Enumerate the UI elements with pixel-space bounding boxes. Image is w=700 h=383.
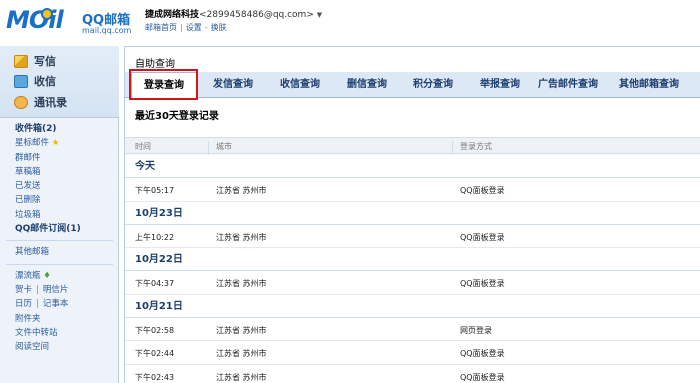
logo-domain: mail.qq.com xyxy=(82,26,132,35)
row-method: QQ面板登录 xyxy=(460,232,505,242)
tab-points-query[interactable]: 积分查询 xyxy=(401,72,465,98)
row-time: 下午05:17 xyxy=(135,186,175,195)
qq-mail-logo[interactable]: MOil QQ邮箱 mail.qq.com xyxy=(6,6,134,38)
divider: | xyxy=(180,23,183,32)
file-transfer-link[interactable]: 文件中转站 xyxy=(0,326,119,340)
account-email: <2899458486@qq.com> xyxy=(199,10,314,20)
row-time: 下午02:43 xyxy=(135,372,175,382)
column-city: 城市 xyxy=(216,142,232,151)
contacts-label: 通讯录 xyxy=(34,96,67,109)
calendar-row: 日历 | 记事本 xyxy=(0,297,119,311)
active-tab-highlight xyxy=(129,69,198,100)
tab-delete-query[interactable]: 删信查询 xyxy=(335,72,399,98)
bottle-icon: ♦ xyxy=(43,270,51,281)
write-icon xyxy=(14,54,28,68)
account-name: 捷成网络科技 xyxy=(145,10,200,20)
query-tabs: 登录查询 发信查询 收信查询 删信查询 积分查询 举报查询 广告邮件查询 其他邮… xyxy=(125,72,700,98)
table-body: 今天 下午05:17 江苏省 苏州市 QQ面板登录 10月23日 上午10:22… xyxy=(125,155,700,383)
account-info[interactable]: 捷成网络科技<2899458486@qq.com> ▼ xyxy=(145,7,322,20)
date-group-header: 10月23日 xyxy=(125,201,700,225)
row-city: 江苏省 苏州市 xyxy=(216,349,267,358)
table-row: 上午10:22 江苏省 苏州市 QQ面板登录 xyxy=(125,225,700,248)
chevron-down-icon[interactable]: ▼ xyxy=(317,11,322,19)
divider: - xyxy=(204,23,208,32)
folder-spam[interactable]: 垃圾箱 xyxy=(0,208,119,222)
receive-label: 收信 xyxy=(34,75,56,88)
folder-list: 收件箱(2) 星标邮件 ★ 群邮件 草稿箱 已发送 已删除 垃圾箱 QQ邮件订阅… xyxy=(0,122,119,354)
cards-row: 贺卡 | 明信片 xyxy=(0,283,119,297)
row-method: QQ面板登录 xyxy=(460,372,505,382)
sidebar-divider xyxy=(6,240,113,242)
date-group-header: 10月22日 xyxy=(125,248,700,271)
table-row: 下午02:43 江苏省 苏州市 QQ面板登录 xyxy=(125,365,700,383)
account-links: 邮箱首页 | 设置 - 换肤 xyxy=(145,22,227,33)
row-method: 网页登录 xyxy=(460,325,492,335)
table-row: 下午02:58 江苏省 苏州市 网页登录 xyxy=(125,318,700,341)
date-group-header: 今天 xyxy=(125,155,700,178)
folder-drafts[interactable]: 草稿箱 xyxy=(0,165,119,179)
row-city: 江苏省 苏州市 xyxy=(216,279,267,288)
divider: | xyxy=(36,299,39,310)
row-city: 江苏省 苏州市 xyxy=(216,232,267,242)
row-time: 上午10:22 xyxy=(135,232,175,242)
row-method: QQ面板登录 xyxy=(460,279,505,288)
table-row: 下午04:37 江苏省 苏州市 QQ面板登录 xyxy=(125,271,700,295)
folder-other-mailbox[interactable]: 其他邮箱 xyxy=(0,245,119,259)
folder-group-mail[interactable]: 群邮件 xyxy=(0,151,119,165)
calendar-link[interactable]: 日历 xyxy=(15,299,32,309)
receive-button[interactable]: 收信 xyxy=(14,72,56,90)
attachments-link[interactable]: 附件夹 xyxy=(0,312,119,326)
row-time: 下午02:58 xyxy=(135,325,175,335)
page-title: 自助查询 xyxy=(135,59,175,70)
row-method: QQ面板登录 xyxy=(460,186,505,195)
compose-label: 写信 xyxy=(34,55,56,68)
main-panel: 自助查询 登录查询 发信查询 收信查询 删信查询 积分查询 举报查询 广告邮件查… xyxy=(124,46,700,383)
records-subtitle: 最近30天登录记录 xyxy=(135,111,219,122)
greeting-card-link[interactable]: 贺卡 xyxy=(15,285,32,295)
table-row: 下午02:44 江苏省 苏州市 QQ面板登录 xyxy=(125,341,700,365)
contacts-button[interactable]: 通讯录 xyxy=(14,93,67,111)
folder-inbox[interactable]: 收件箱(2) xyxy=(0,122,119,136)
notebook-link[interactable]: 记事本 xyxy=(43,299,69,309)
tab-other-mailbox-query[interactable]: 其他邮箱查询 xyxy=(609,72,689,98)
folder-subscriptions[interactable]: QQ邮件订阅(1) xyxy=(0,222,119,236)
row-method: QQ面板登录 xyxy=(460,349,505,358)
column-login-method: 登录方式 xyxy=(460,142,492,151)
star-icon: ★ xyxy=(51,138,60,149)
folder-starred[interactable]: 星标邮件 ★ xyxy=(0,136,119,150)
inbox-icon xyxy=(14,74,28,88)
contacts-icon xyxy=(14,95,28,109)
folder-starred-label: 星标邮件 xyxy=(15,138,50,149)
column-time: 时间 xyxy=(135,142,151,151)
tab-report-query[interactable]: 举报查询 xyxy=(467,72,533,98)
drift-bottle-label: 漂流瓶 xyxy=(15,270,41,281)
divider: | xyxy=(36,284,39,295)
link-change-skin[interactable]: 换肤 xyxy=(211,23,227,32)
table-header: 时间 城市 登录方式 xyxy=(125,137,700,158)
logo-mark: MOil xyxy=(6,6,64,34)
link-settings[interactable]: 设置 xyxy=(186,23,202,32)
row-city: 江苏省 苏州市 xyxy=(216,325,267,335)
table-row: 下午05:17 江苏省 苏州市 QQ面板登录 xyxy=(125,178,700,202)
link-mail-home[interactable]: 邮箱首页 xyxy=(145,23,177,32)
folder-deleted[interactable]: 已删除 xyxy=(0,193,119,207)
row-time: 下午04:37 xyxy=(135,279,175,288)
compose-button[interactable]: 写信 xyxy=(14,52,56,70)
tab-ad-mail-query[interactable]: 广告邮件查询 xyxy=(527,72,609,98)
drift-bottle-link[interactable]: 漂流瓶 ♦ xyxy=(0,269,119,283)
folder-sent[interactable]: 已发送 xyxy=(0,179,119,193)
row-time: 下午02:44 xyxy=(135,349,175,358)
tab-send-query[interactable]: 发信查询 xyxy=(201,72,265,98)
sidebar-actions: 写信 收信 通讯录 xyxy=(0,46,119,118)
row-city: 江苏省 苏州市 xyxy=(216,186,267,195)
sidebar-divider xyxy=(6,263,113,265)
logo-dot-icon xyxy=(41,8,53,20)
sidebar: 写信 收信 通讯录 收件箱(2) 星标邮件 ★ 群邮件 草稿箱 已发送 已删除 … xyxy=(0,46,119,383)
header: MOil QQ邮箱 mail.qq.com 捷成网络科技<2899458486@… xyxy=(0,0,700,46)
tab-receive-query[interactable]: 收信查询 xyxy=(267,72,333,98)
row-city: 江苏省 苏州市 xyxy=(216,372,267,382)
reading-space-link[interactable]: 阅读空间 xyxy=(0,340,119,354)
date-group-header: 10月21日 xyxy=(125,294,700,318)
postcard-link[interactable]: 明信片 xyxy=(43,285,69,295)
